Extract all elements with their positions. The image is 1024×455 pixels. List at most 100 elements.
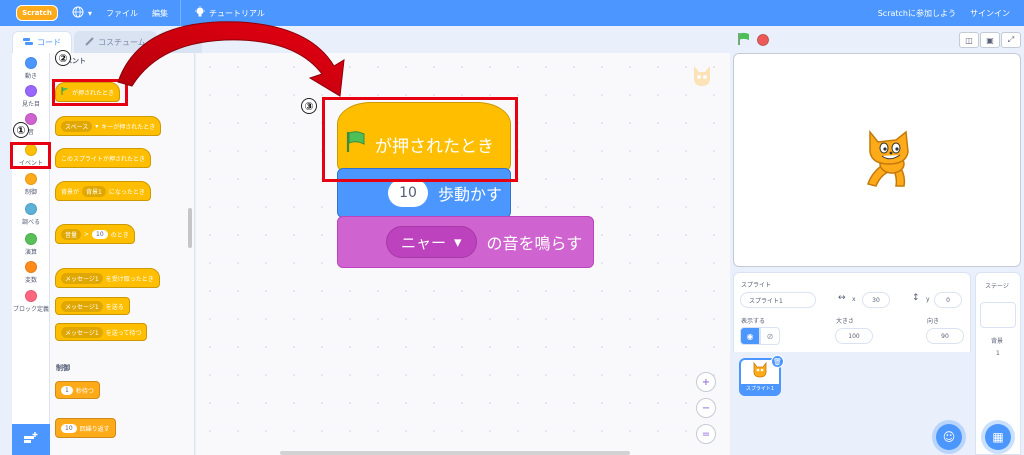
fullscreen-button[interactable]: ⤢ [1001, 32, 1021, 48]
palette-block-broadcast[interactable]: メッセージ1 を送る [55, 297, 130, 315]
size-label: 大きさ [836, 318, 855, 325]
language-menu[interactable]: ▾ [72, 6, 92, 20]
palette-block-when-backdrop[interactable]: 背景が 背景1 になったとき [55, 181, 151, 201]
add-extension-icon [24, 432, 38, 447]
key-dropdown[interactable]: スペース [61, 120, 93, 132]
zoom-in-button[interactable]: + [696, 372, 716, 392]
script-block-play-sound[interactable]: ニャー ▾ の音を鳴らす [337, 216, 594, 268]
category-operators[interactable]: 演算 [12, 233, 50, 256]
category-dot [25, 233, 37, 245]
tab-costume[interactable]: コスチューム [74, 31, 157, 53]
category-control[interactable]: 制御 [12, 173, 50, 196]
menu-bar: Scratch ▾ ファイル 編集 チュートリアル Scratchに参加しよう … [0, 0, 1024, 26]
palette-block-when-receive[interactable]: メッセージ1 を受け取ったとき [55, 268, 160, 288]
block-label: の音を鳴らす [486, 234, 583, 253]
fullscreen-icon: ⤢ [1007, 35, 1015, 44]
x-input[interactable]: 30 [862, 292, 890, 308]
zoom-reset-icon: = [701, 428, 711, 440]
y-input[interactable]: 0 [934, 292, 962, 308]
message-dropdown[interactable]: メッセージ1 [61, 272, 103, 284]
category-dot [25, 173, 37, 185]
backdrops-count: 1 [996, 350, 1000, 357]
normal-stage-button[interactable]: ▣ [980, 32, 1000, 48]
sensor-dropdown[interactable]: 音量 [61, 228, 82, 240]
join-scratch-link[interactable]: Scratchに参加しよう [878, 8, 956, 19]
threshold-input[interactable]: 10 [92, 229, 108, 239]
add-extension-button[interactable] [12, 424, 50, 455]
message-dropdown[interactable]: メッセージ1 [61, 300, 103, 312]
zoom-reset-button[interactable]: = [696, 424, 716, 444]
lightbulb-icon [195, 6, 206, 20]
annotation-marker-2: ② [55, 50, 71, 66]
category-label: 調べる [21, 219, 40, 226]
speaker-icon [169, 37, 179, 48]
sound-dropdown-value: ニャー [401, 233, 447, 252]
palette-block-wait[interactable]: 1 秒待つ [55, 381, 100, 399]
sound-dropdown[interactable]: ニャー ▾ [386, 226, 477, 258]
file-menu[interactable]: ファイル [106, 8, 138, 19]
y-arrows-icon: ↕ [912, 293, 920, 303]
palette-heading-control: 制御 [56, 364, 70, 372]
small-stage-button[interactable]: ◫ [959, 32, 979, 48]
tab-sound[interactable]: 音 [158, 31, 202, 53]
backdrop-dropdown[interactable]: 背景1 [82, 185, 106, 197]
palette-block-broadcast-wait[interactable]: メッセージ1 を送って待つ [55, 323, 148, 341]
eye-icon: ◉ [746, 331, 754, 341]
palette-block-when-sprite-clicked[interactable]: このスプライトが押されたとき [55, 148, 152, 168]
stage-label: ステージ [985, 283, 1009, 290]
cat-thumbnail-icon [752, 361, 768, 384]
zoom-out-button[interactable]: − [696, 398, 716, 418]
category-variables[interactable]: 変数 [12, 261, 50, 284]
message-dropdown[interactable]: メッセージ1 [61, 326, 103, 338]
block-label: 歩動かす [438, 185, 503, 204]
sprite-name-label: スプライト [741, 282, 772, 289]
normal-stage-icon: ▣ [986, 35, 994, 45]
move-steps-input[interactable]: 10 [388, 179, 428, 207]
annotation-box-events-category [10, 142, 51, 169]
workspace-scrollbar[interactable] [280, 451, 630, 455]
category-label: 動き [24, 73, 37, 80]
edit-menu[interactable]: 編集 [152, 8, 168, 19]
green-flag-button[interactable] [737, 31, 751, 50]
scratch-logo[interactable]: Scratch [16, 5, 58, 21]
show-sprite-button[interactable]: ◉ [740, 327, 760, 345]
block-label: のとき [110, 231, 129, 239]
size-input[interactable]: 100 [835, 328, 873, 344]
block-categories: 動き 見た目 音 イベント 制御 調べる 演算 変数 ブロック定義 [12, 53, 50, 455]
palette-block-repeat[interactable]: 10 回繰り返す [55, 418, 116, 438]
backdrops-label: 背景 [991, 338, 1004, 345]
category-sensing[interactable]: 調べる [12, 203, 50, 226]
category-looks[interactable]: 見た目 [12, 85, 50, 108]
stage-thumbnail[interactable] [980, 302, 1016, 328]
category-dot [25, 290, 37, 302]
sprite-name-input[interactable]: スプライト1 [740, 292, 816, 308]
palette-block-when-key[interactable]: スペース ▾ キーが押されたとき [55, 116, 162, 136]
palette-scrollbar[interactable] [188, 208, 192, 248]
chevron-down-icon: ▾ [88, 8, 93, 18]
sign-in-link[interactable]: サインイン [970, 8, 1010, 19]
workspace-sprite-watermark [690, 64, 714, 98]
category-dot [25, 85, 37, 97]
hide-sprite-button[interactable]: ⊘ [760, 327, 780, 345]
palette-block-when-greater[interactable]: 音量 > 10 のとき [55, 224, 135, 244]
stop-button[interactable] [757, 31, 769, 50]
cat-sprite[interactable] [862, 128, 914, 194]
image-add-icon: ▦ [992, 430, 1004, 444]
category-motion[interactable]: 動き [12, 57, 50, 80]
tab-costume-label: コスチューム [98, 38, 146, 47]
zoom-out-icon: − [701, 402, 711, 414]
annotation-box-script-hat [322, 97, 518, 182]
y-label: y [926, 296, 930, 303]
repeat-input[interactable]: 10 [61, 423, 77, 433]
choose-backdrop-button[interactable]: ▦ [985, 424, 1011, 450]
delete-sprite-button[interactable]: 🗑 [771, 355, 784, 368]
direction-input[interactable]: 90 [926, 328, 964, 344]
wait-input[interactable]: 1 [61, 385, 73, 395]
chevron-down-icon: ▾ [454, 233, 462, 251]
choose-sprite-button[interactable]: ☺ [936, 424, 962, 450]
category-my-blocks[interactable]: ブロック定義 [12, 290, 50, 313]
block-label: を送る [105, 303, 124, 311]
annotation-marker-3: ③ [301, 98, 317, 114]
cat-add-icon: ☺ [942, 430, 956, 444]
tutorials-menu[interactable]: チュートリアル [195, 6, 265, 20]
